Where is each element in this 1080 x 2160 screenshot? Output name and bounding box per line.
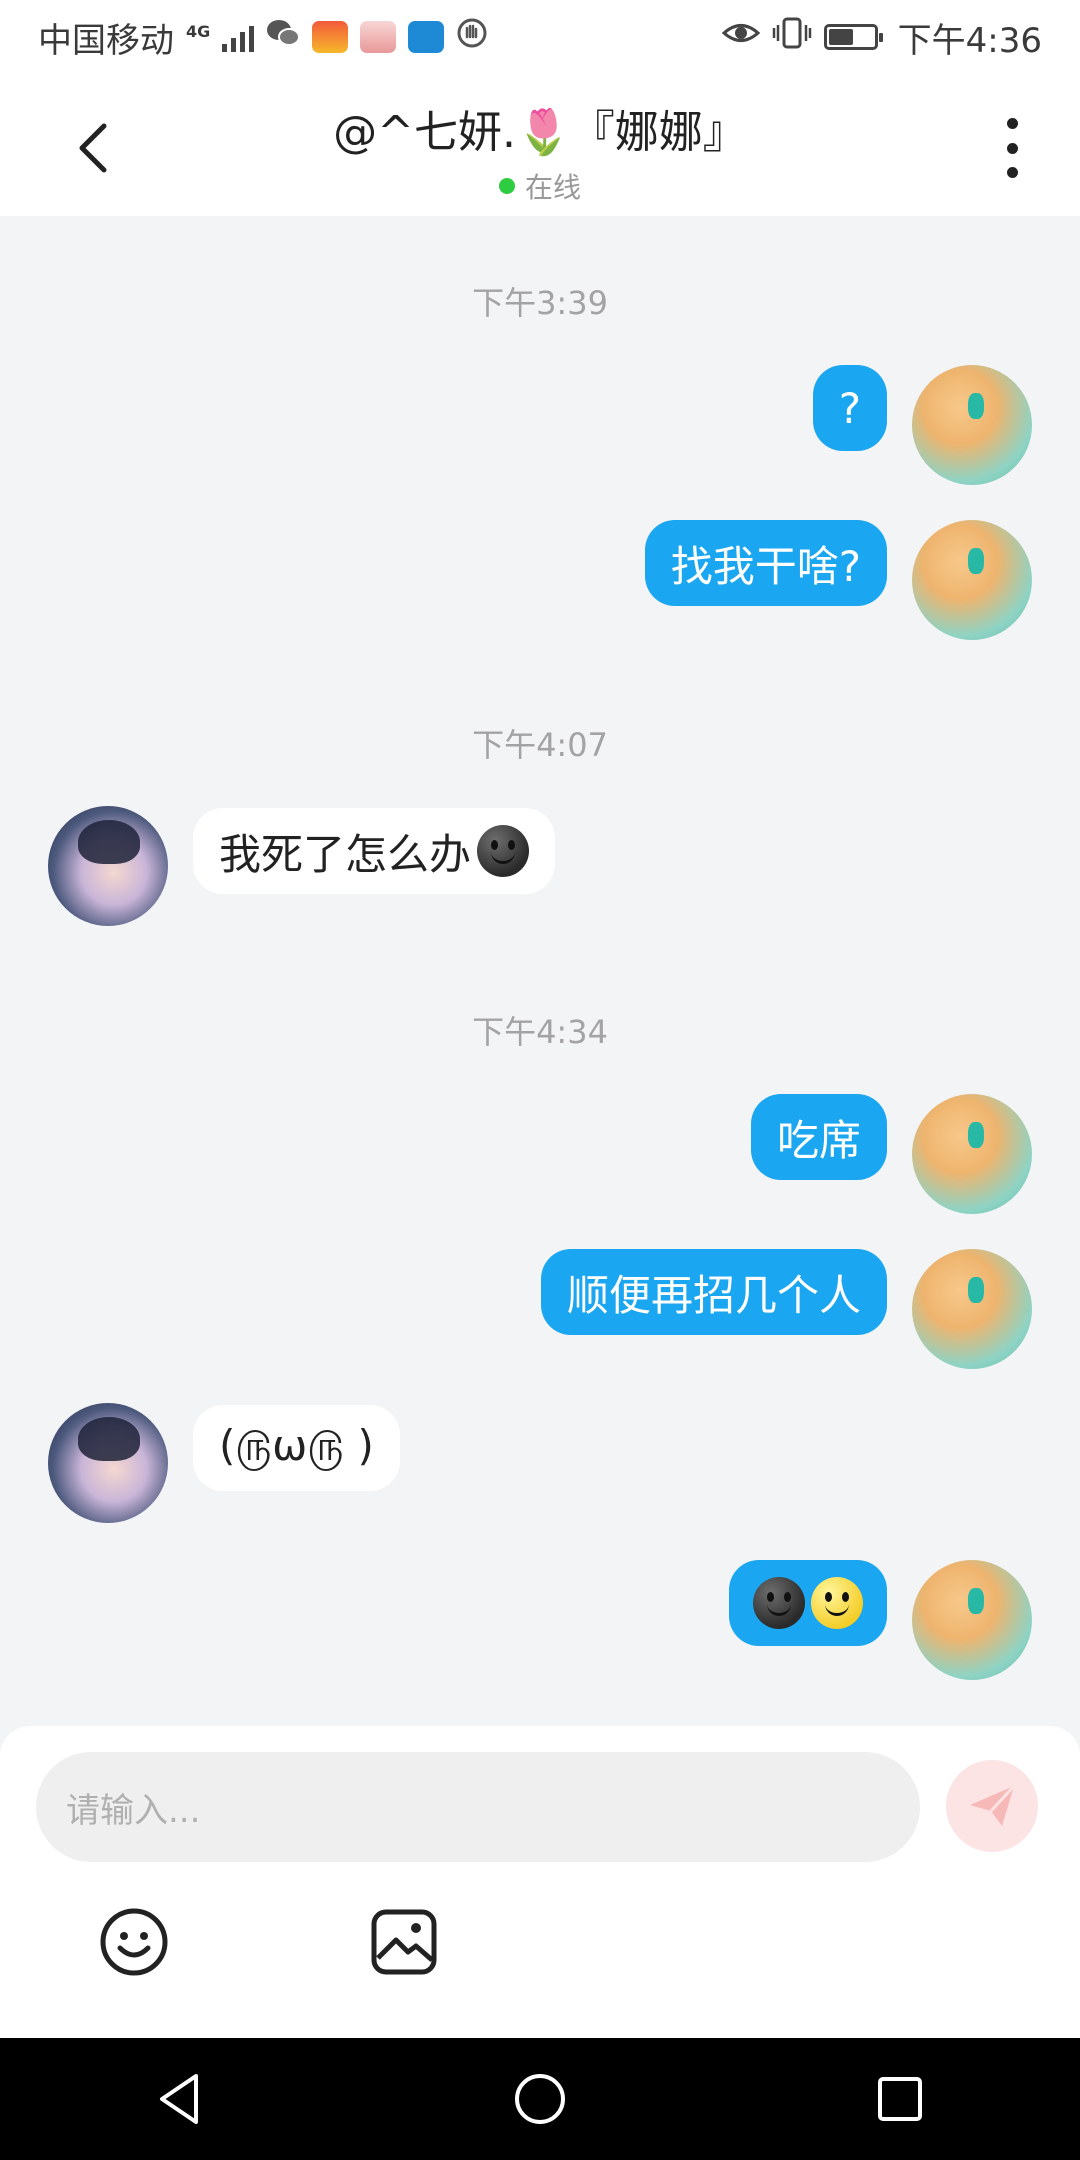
triangle-back-icon bbox=[160, 2074, 198, 2124]
message-input[interactable]: 请输入... bbox=[36, 1752, 920, 1862]
send-button[interactable] bbox=[946, 1760, 1038, 1852]
online-status: 在线 bbox=[0, 166, 1080, 206]
nav-home-button[interactable] bbox=[508, 2067, 572, 2131]
battery-icon bbox=[823, 24, 883, 50]
image-icon bbox=[371, 1909, 437, 1975]
more-button[interactable] bbox=[1002, 118, 1022, 178]
status-time: 下午4:36 bbox=[897, 20, 1042, 61]
my-avatar[interactable] bbox=[912, 1560, 1032, 1680]
message-bubble-me[interactable] bbox=[729, 1560, 887, 1646]
system-navbar bbox=[0, 2038, 1080, 2160]
status-right: 下午4:36 bbox=[721, 13, 1042, 62]
contact-avatar[interactable] bbox=[48, 806, 168, 926]
message-text: 吃席 bbox=[776, 1115, 861, 1165]
online-dot-icon bbox=[498, 178, 515, 194]
timestamp: 下午3:39 bbox=[472, 284, 608, 322]
battery-level bbox=[828, 29, 853, 45]
input-area: 请输入... bbox=[0, 1726, 1080, 2038]
my-avatar[interactable] bbox=[912, 365, 1032, 485]
message-bubble-me[interactable]: ? bbox=[812, 365, 887, 451]
chat-header: @^七妍.🌷『娜娜』 在线 bbox=[0, 74, 1080, 216]
image-button[interactable] bbox=[368, 1906, 440, 1978]
timestamp: 下午4:34 bbox=[472, 1013, 608, 1051]
carrier-name: 中国移动 bbox=[38, 20, 174, 61]
status-left: 中国移动 4G bbox=[38, 13, 488, 62]
my-avatar[interactable] bbox=[912, 520, 1032, 640]
circle-home-icon bbox=[515, 2074, 565, 2124]
signal-icon bbox=[222, 22, 255, 52]
eye-icon bbox=[721, 17, 760, 57]
weather-app-icon bbox=[408, 21, 445, 53]
emoji-button[interactable] bbox=[98, 1906, 170, 1978]
message-bubble-me[interactable]: 顺便再招几个人 bbox=[540, 1249, 887, 1335]
input-placeholder: 请输入... bbox=[66, 1790, 201, 1831]
shop-app-icon bbox=[360, 21, 397, 53]
status-bar: 中国移动 4G 下午4:36 bbox=[0, 0, 1080, 74]
title-block: @^七妍.🌷『娜娜』 在线 bbox=[0, 96, 1080, 206]
news-app-icon bbox=[312, 21, 349, 53]
nav-back-button[interactable] bbox=[148, 2067, 212, 2131]
paper-plane-icon bbox=[970, 1784, 1016, 1826]
message-bubble-me[interactable]: 找我干啥? bbox=[644, 520, 887, 606]
square-recents-icon bbox=[878, 2077, 922, 2121]
my-avatar[interactable] bbox=[912, 1094, 1032, 1214]
timestamp: 下午4:07 bbox=[472, 726, 608, 764]
nav-recents-button[interactable] bbox=[868, 2067, 932, 2131]
yellow-smiley-emoji-icon bbox=[811, 1577, 863, 1629]
my-avatar[interactable] bbox=[912, 1249, 1032, 1369]
message-text: ? bbox=[838, 383, 861, 433]
vibrate-icon bbox=[772, 16, 812, 59]
message-text: 顺便再招几个人 bbox=[566, 1270, 861, 1320]
contact-avatar[interactable] bbox=[48, 1403, 168, 1523]
more-vertical-icon bbox=[1006, 118, 1018, 129]
hand-icon bbox=[456, 17, 488, 58]
dark-smiley-emoji-icon bbox=[477, 825, 530, 877]
message-bubble-me[interactable]: 吃席 bbox=[750, 1094, 887, 1180]
network-type: 4G bbox=[186, 22, 211, 41]
message-text: (௫ω௫ ) bbox=[219, 1420, 374, 1470]
wechat-icon bbox=[266, 17, 301, 57]
smiley-icon bbox=[100, 1908, 168, 1976]
online-status-text: 在线 bbox=[524, 171, 581, 204]
chat-title: @^七妍.🌷『娜娜』 bbox=[333, 107, 747, 158]
message-text: 找我干啥? bbox=[670, 541, 861, 591]
message-text: 我死了怎么办 bbox=[219, 829, 472, 879]
dark-smiley-emoji-icon bbox=[753, 1577, 805, 1629]
message-bubble-her[interactable]: (௫ω௫ ) bbox=[193, 1405, 400, 1491]
message-bubble-her[interactable]: 我死了怎么办 bbox=[193, 808, 556, 894]
